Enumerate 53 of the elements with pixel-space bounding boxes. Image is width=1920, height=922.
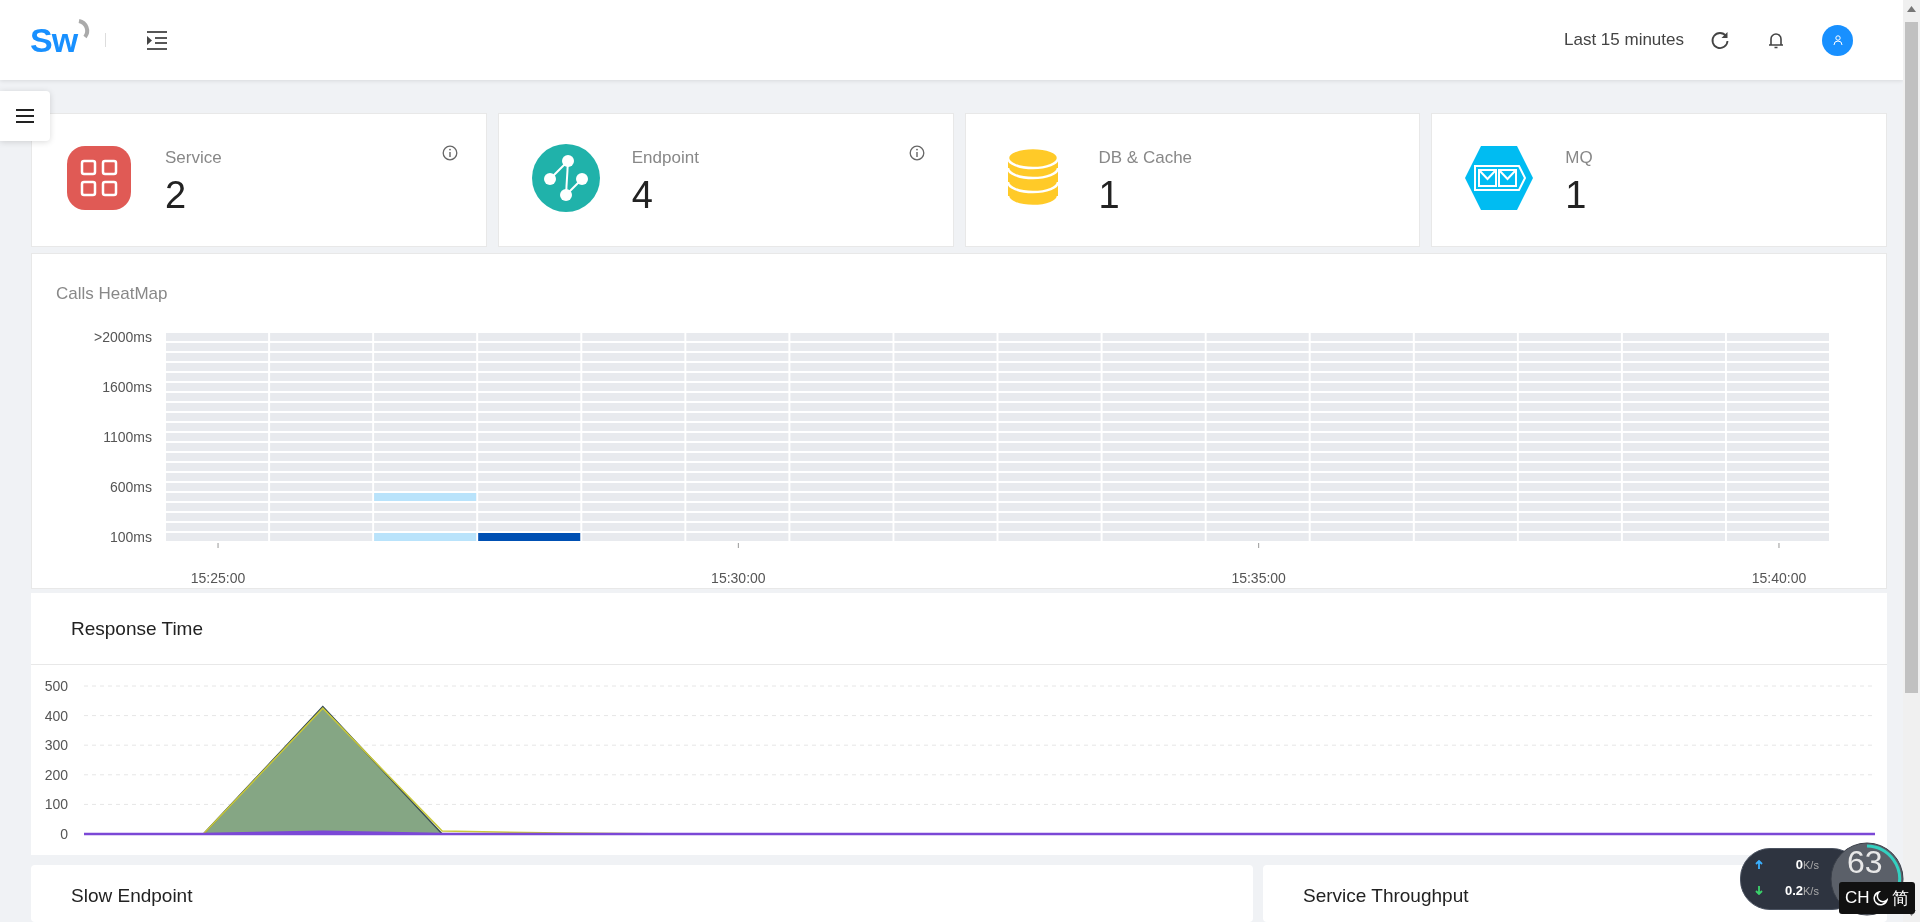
panel-title: Slow Endpoint bbox=[71, 885, 193, 906]
upload-speed: 0 bbox=[1794, 857, 1803, 872]
moon-icon bbox=[1873, 890, 1889, 906]
card-label: MQ bbox=[1565, 148, 1593, 168]
axis-label: 1600ms bbox=[102, 379, 152, 395]
card-value: 1 bbox=[1098, 174, 1121, 217]
axis-label: 0 bbox=[60, 826, 68, 842]
input-mode-label: 简 bbox=[1892, 887, 1910, 910]
panel-title: Calls HeatMap bbox=[56, 284, 168, 303]
scrollbar-thumb[interactable] bbox=[1905, 22, 1918, 693]
card-value: 1 bbox=[1565, 174, 1588, 217]
grid-icon bbox=[65, 144, 133, 212]
axis-label: 600ms bbox=[109, 479, 152, 495]
axis-label: 15:30:00 bbox=[711, 570, 766, 586]
input-method-bar[interactable]: CH 简 bbox=[1839, 882, 1915, 914]
axis-label: 15:40:00 bbox=[1751, 570, 1807, 586]
axis-label: 300 bbox=[44, 737, 68, 754]
up-arrow-icon bbox=[1755, 860, 1763, 869]
speed-unit: K/s bbox=[1803, 885, 1819, 897]
menu-indent-icon[interactable] bbox=[146, 30, 169, 50]
panel-title: Service Throughput bbox=[1303, 885, 1469, 906]
card-label: Service bbox=[165, 148, 222, 168]
axis-label: >2000ms bbox=[94, 330, 152, 345]
axis-label: 100ms bbox=[109, 529, 152, 545]
bell-icon[interactable] bbox=[1766, 30, 1786, 50]
axis-label: 500 bbox=[44, 678, 68, 694]
panel-title: Response Time bbox=[71, 617, 203, 640]
down-arrow-icon bbox=[1755, 886, 1763, 895]
user-avatar[interactable] bbox=[1822, 24, 1853, 56]
menu-icon[interactable] bbox=[16, 109, 34, 123]
axis-label: 1100ms bbox=[103, 429, 152, 445]
axis-label: 200 bbox=[44, 766, 68, 783]
card-value: 4 bbox=[631, 174, 654, 217]
download-speed: 0.2 bbox=[1783, 883, 1803, 898]
scroll-up-icon[interactable] bbox=[1907, 6, 1916, 12]
info-icon[interactable] bbox=[908, 145, 925, 161]
card-value: 2 bbox=[165, 174, 188, 217]
axis-label: 100 bbox=[44, 796, 68, 813]
axis-label: 15:35:00 bbox=[1231, 570, 1286, 586]
arc-icon bbox=[77, 19, 92, 39]
load-value: 63 bbox=[1847, 846, 1883, 878]
axis-label: 400 bbox=[44, 707, 68, 724]
speed-unit: K/s bbox=[1803, 859, 1819, 871]
time-range-selector[interactable]: Last 15 minutes bbox=[1564, 30, 1684, 50]
menu-button[interactable] bbox=[0, 91, 50, 141]
refresh-icon[interactable] bbox=[1710, 30, 1730, 50]
info-icon[interactable] bbox=[441, 145, 458, 161]
envelope-icon bbox=[1465, 144, 1534, 212]
card-label: Endpoint bbox=[631, 148, 699, 168]
language-label: CH bbox=[1844, 888, 1870, 908]
nodes-icon bbox=[531, 144, 600, 212]
axis-label: 15:25:00 bbox=[190, 570, 246, 586]
card-label: DB & Cache bbox=[1098, 148, 1193, 168]
